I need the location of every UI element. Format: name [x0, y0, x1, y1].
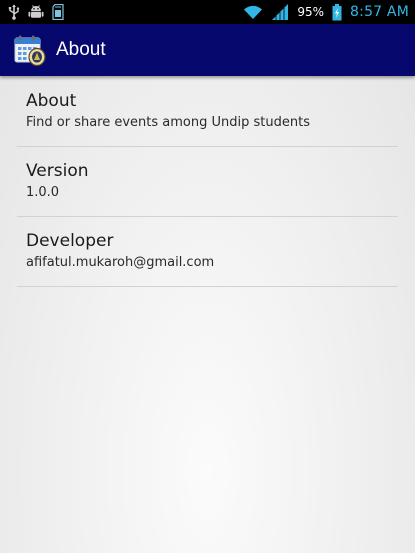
status-right-icons: 95% 8:57 AM [243, 3, 409, 21]
item-title: Version [26, 161, 89, 181]
status-bar: 95% 8:57 AM [0, 0, 415, 24]
android-debug-icon [28, 4, 44, 20]
wifi-icon [243, 4, 263, 20]
signal-icon [271, 4, 289, 20]
usb-icon [8, 4, 20, 20]
clock: 8:57 AM [350, 4, 409, 20]
battery-percent: 95% [297, 5, 325, 19]
list-item-version[interactable]: Version 1.0.0 [17, 147, 398, 217]
list-item-developer[interactable]: Developer afifatul.mukaroh@gmail.com [17, 217, 398, 287]
about-list: About Find or share events among Undip s… [17, 77, 398, 287]
battery-icon [332, 3, 342, 21]
sd-card-icon [52, 4, 64, 20]
item-title: Developer [26, 231, 114, 251]
item-subtitle: 1.0.0 [26, 185, 60, 200]
list-item-about[interactable]: About Find or share events among Undip s… [17, 77, 398, 147]
item-title: About [26, 91, 77, 111]
page-title: About [56, 39, 106, 60]
item-subtitle: Find or share events among Undip student… [26, 115, 310, 130]
calendar-icon[interactable] [14, 34, 46, 67]
item-subtitle: afifatul.mukaroh@gmail.com [26, 255, 215, 270]
action-bar: About [0, 24, 415, 76]
status-left-icons [8, 4, 64, 20]
